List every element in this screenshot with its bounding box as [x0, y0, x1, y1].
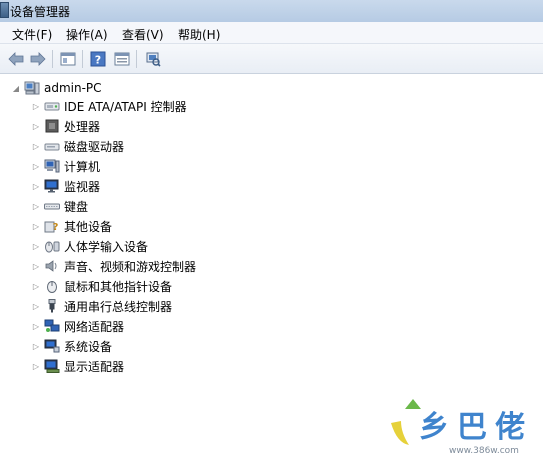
menu-help[interactable]: 帮助(H) — [178, 26, 220, 43]
forward-arrow-icon[interactable] — [28, 49, 48, 69]
hid-icon — [44, 239, 60, 253]
tree-item[interactable]: ▷ 计算机 — [32, 157, 100, 175]
watermark-logo: 乡 巴 佬 www.386w.com — [391, 399, 525, 456]
tree-item[interactable]: ▷ 磁盘驱动器 — [32, 137, 124, 155]
expand-arrow-icon[interactable]: ▷ — [32, 301, 40, 311]
tree-item[interactable]: ▷ ? 其他设备 — [32, 217, 112, 235]
network-adapter-icon — [44, 319, 60, 333]
expand-arrow-icon[interactable]: ▷ — [32, 241, 40, 251]
ide-controller-icon — [44, 99, 60, 113]
expand-arrow-icon[interactable]: ▷ — [32, 161, 40, 171]
menu-file[interactable]: 文件(F) — [12, 26, 52, 43]
properties-icon[interactable] — [112, 49, 132, 69]
tree-item[interactable]: ▷ 处理器 — [32, 117, 100, 135]
tree-item[interactable]: ▷ 声音、视频和游戏控制器 — [32, 257, 196, 275]
svg-text:?: ? — [53, 222, 59, 233]
expand-arrow-icon[interactable]: ▷ — [32, 221, 40, 231]
toolbar: ? — [0, 44, 543, 74]
show-hide-console-tree-icon[interactable] — [58, 49, 78, 69]
expand-arrow-icon[interactable]: ▷ — [32, 121, 40, 131]
tree-item[interactable]: ▷ 通用串行总线控制器 — [32, 297, 172, 315]
processor-icon — [44, 119, 60, 133]
help-icon[interactable]: ? — [88, 49, 108, 69]
tree-item[interactable]: ▷ 人体学输入设备 — [32, 237, 148, 255]
menu-view[interactable]: 查看(V) — [122, 26, 164, 43]
disk-drive-icon — [44, 139, 60, 153]
menu-action[interactable]: 操作(A) — [66, 26, 108, 43]
svg-text:佬: 佬 — [495, 410, 525, 445]
menu-bar: 文件(F) 操作(A) 查看(V) 帮助(H) — [0, 22, 543, 44]
tree-item[interactable]: ▷ 监视器 — [32, 177, 100, 195]
monitor-icon — [44, 179, 60, 193]
tree-item[interactable]: ▷ 键盘 — [32, 197, 88, 215]
computer-icon — [24, 81, 40, 95]
svg-text:乡: 乡 — [419, 410, 449, 445]
expand-arrow-icon[interactable]: ▷ — [32, 261, 40, 271]
expand-arrow-icon[interactable]: ▷ — [32, 321, 40, 331]
title-bar: 设备管理器 — [0, 0, 543, 22]
tree-item[interactable]: ▷ IDE ATA/ATAPI 控制器 — [32, 97, 187, 115]
tree-item[interactable]: ▷ 显示适配器 — [32, 357, 124, 375]
system-device-icon — [44, 339, 60, 353]
speaker-icon — [44, 259, 60, 273]
expand-arrow-icon[interactable]: ▷ — [32, 101, 40, 111]
svg-text:?: ? — [95, 54, 101, 67]
back-arrow-icon[interactable] — [6, 49, 26, 69]
device-manager-icon — [0, 2, 9, 18]
computer-icon — [44, 159, 60, 173]
display-adapter-icon — [44, 359, 60, 373]
tree-item[interactable]: ▷ 鼠标和其他指针设备 — [32, 277, 172, 295]
expand-arrow-icon[interactable]: ▷ — [32, 281, 40, 291]
tree-root-label: admin-PC — [44, 81, 102, 95]
expand-arrow-icon[interactable]: ▷ — [32, 181, 40, 191]
keyboard-icon — [44, 199, 60, 213]
window-title: 设备管理器 — [10, 5, 71, 19]
expand-arrow-icon[interactable]: ▷ — [32, 201, 40, 211]
mouse-icon — [44, 279, 60, 293]
tree-item[interactable]: ▷ 系统设备 — [32, 337, 112, 355]
expand-arrow-icon[interactable]: ▷ — [32, 141, 40, 151]
svg-text:巴: 巴 — [457, 410, 487, 445]
usb-icon — [44, 299, 60, 313]
tree-root[interactable]: ◢ admin-PC — [12, 79, 102, 97]
toolbar-separator — [52, 50, 53, 68]
expand-arrow-icon[interactable]: ▷ — [32, 361, 40, 371]
site-watermark: 乡 巴 佬 www.386w.com — [387, 393, 537, 456]
toolbar-separator — [82, 50, 83, 68]
collapse-arrow-icon[interactable]: ◢ — [12, 83, 20, 93]
unknown-device-icon: ? — [44, 219, 60, 233]
toolbar-separator — [136, 50, 137, 68]
svg-text:www.386w.com: www.386w.com — [449, 446, 519, 455]
scan-hardware-icon[interactable] — [143, 49, 163, 69]
expand-arrow-icon[interactable]: ▷ — [32, 341, 40, 351]
tree-item[interactable]: ▷ 网络适配器 — [32, 317, 124, 335]
